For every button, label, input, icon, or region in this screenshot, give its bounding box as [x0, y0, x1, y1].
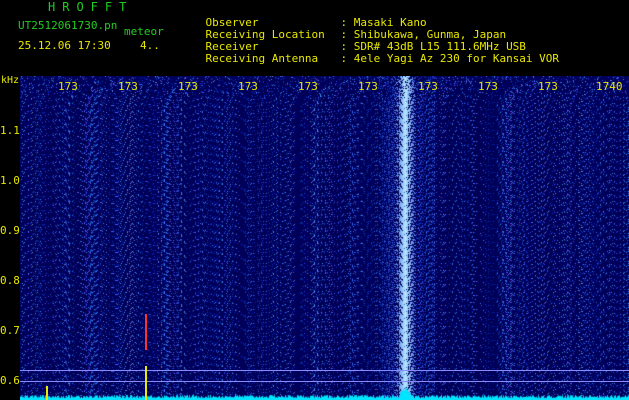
x-tick-label: 173: [238, 80, 258, 93]
datetime-label: 25.12.06 17:30: [18, 39, 111, 52]
antenna-value: : 4ele Yagi Az 230 for Kansai VOR: [340, 52, 560, 65]
mode-label: meteor: [124, 25, 164, 38]
meteor-echo-marker: [46, 386, 48, 400]
filename-label: UT2512061730.pn: [18, 19, 118, 32]
x-tick-label: 173: [118, 80, 138, 93]
x-tick-label: 173: [538, 80, 558, 93]
waterfall-plot[interactable]: [20, 76, 629, 400]
app-title: HROFFT: [48, 0, 134, 14]
y-tick-label: 0.6: [0, 374, 20, 387]
meteor-echo-marker: [145, 366, 147, 400]
header-panel: HROFFT UT2512061730.pn meteor 25.12.06 1…: [0, 0, 629, 76]
x-tick-label: 173: [418, 80, 438, 93]
x-tick-label: 173: [358, 80, 378, 93]
reference-line: [20, 370, 629, 371]
meteor-echo-marker: [145, 314, 147, 350]
y-tick-label: 0.8: [0, 274, 20, 287]
reference-line: [20, 381, 629, 382]
y-tick-label: 0.9: [0, 224, 20, 237]
x-tick-label: 1740: [596, 80, 623, 93]
antenna-row: Receiving Antenna : 4ele Yagi Az 230 for …: [179, 41, 560, 77]
x-tick-label: 173: [478, 80, 498, 93]
y-tick-label: 0.7: [0, 324, 20, 337]
x-tick-label: 173: [298, 80, 318, 93]
frequency-unit-label: kHz: [1, 75, 20, 86]
waterfall-canvas[interactable]: [20, 76, 629, 400]
y-tick-label: 1.0: [0, 174, 20, 187]
antenna-label: Receiving Antenna: [205, 52, 319, 65]
x-tick-label: 173: [178, 80, 198, 93]
x-tick-label: 173: [58, 80, 78, 93]
y-tick-label: 1.1: [0, 124, 20, 137]
count-label: 4..: [140, 39, 160, 52]
